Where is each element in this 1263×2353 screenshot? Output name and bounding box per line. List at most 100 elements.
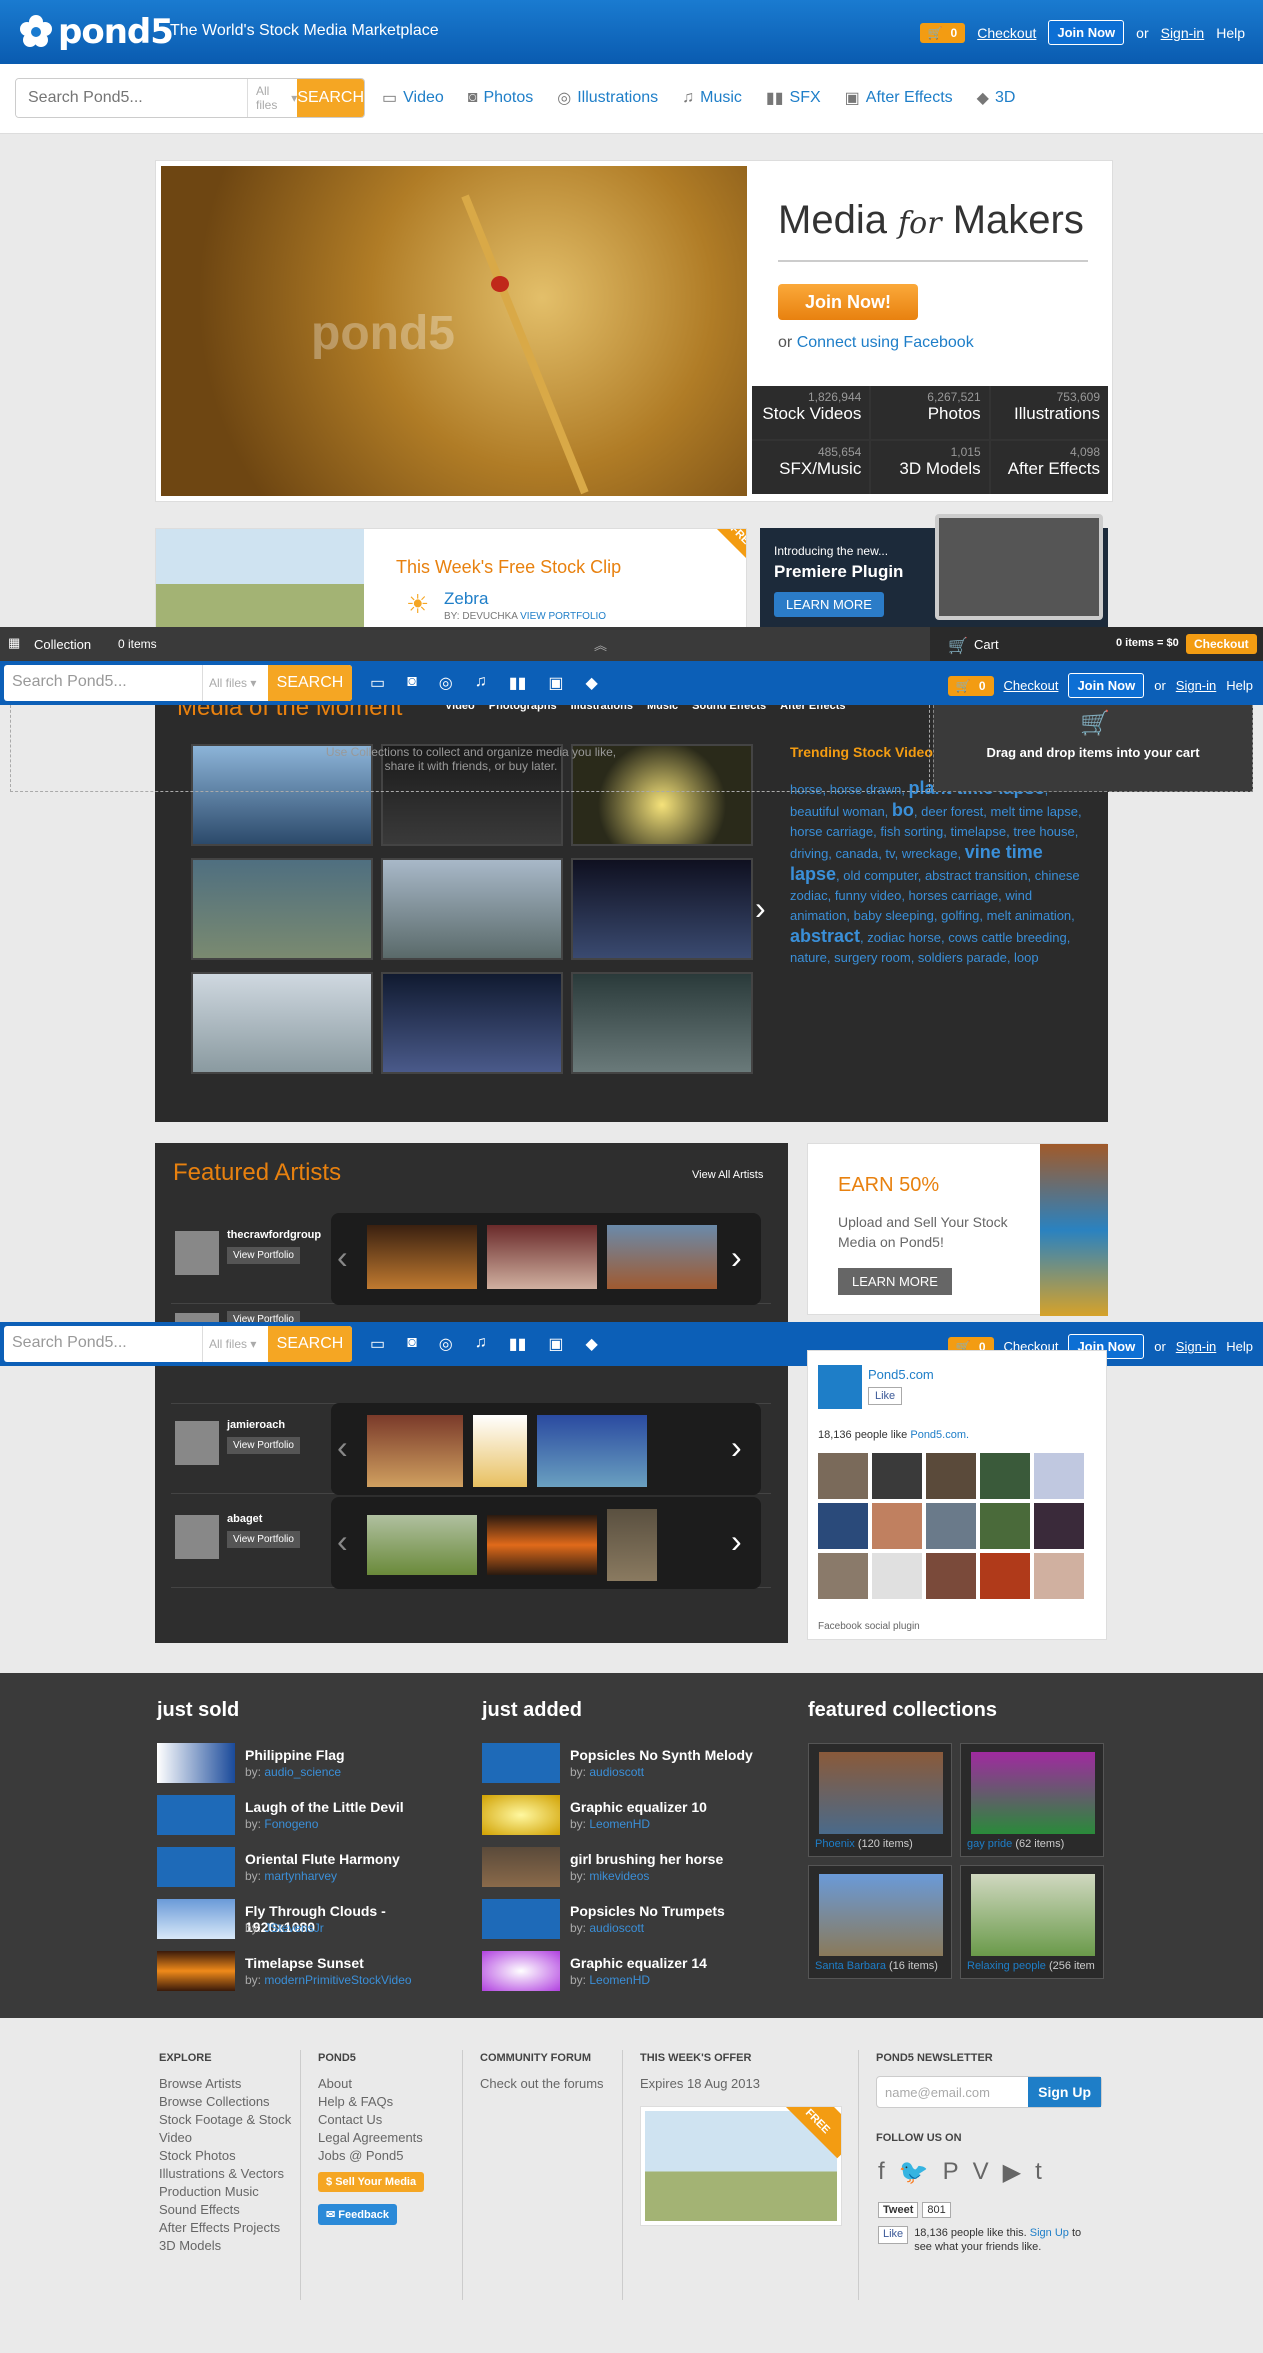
item-thumb[interactable]: [482, 1951, 560, 1991]
fan-avatar[interactable]: [818, 1553, 868, 1599]
fb-like-button[interactable]: Like: [868, 1387, 903, 1405]
trending-tag[interactable]: tree house: [1013, 824, 1074, 839]
stat-photos[interactable]: 6,267,521 Photos: [871, 386, 989, 439]
artist-thumb[interactable]: [473, 1415, 527, 1487]
twitter-icon[interactable]: 🐦: [899, 2158, 929, 2187]
tweet-button[interactable]: Tweet: [878, 2202, 919, 2218]
fan-avatar[interactable]: [980, 1503, 1030, 1549]
trending-tag[interactable]: beautiful woman: [790, 804, 885, 819]
explore-link[interactable]: Illustrations & Vectors: [159, 2165, 291, 2183]
fb-page-link[interactable]: Pond5.com.: [910, 1429, 969, 1441]
item-thumb[interactable]: [157, 1743, 235, 1783]
camera-icon[interactable]: ◙: [407, 673, 417, 693]
signin-link[interactable]: Sign-in: [1176, 1339, 1216, 1354]
offer-thumbnail[interactable]: FREE: [640, 2106, 842, 2226]
logo[interactable]: pond5: [18, 12, 174, 52]
cube-icon[interactable]: ◆: [586, 1334, 598, 1354]
sold-item[interactable]: Philippine Flag by: audio_science: [157, 1743, 457, 1785]
sold-item[interactable]: Fly Through Clouds - 1920x1080 by: JSteve…: [157, 1899, 457, 1941]
pond5-avatar[interactable]: [818, 1365, 862, 1409]
collection-name[interactable]: Phoenix: [815, 1838, 855, 1850]
item-thumb[interactable]: [157, 1795, 235, 1835]
fan-avatar[interactable]: [926, 1453, 976, 1499]
collection-card[interactable]: gay pride (62 items): [960, 1743, 1104, 1857]
trending-tag[interactable]: driving: [790, 846, 828, 861]
item-title[interactable]: Graphic equalizer 14: [570, 1955, 707, 1971]
nav-illustrations[interactable]: ◎ Illustrations: [557, 88, 658, 108]
fan-avatar[interactable]: [818, 1503, 868, 1549]
signin-link[interactable]: Sign-in: [1176, 678, 1216, 693]
author-link[interactable]: modernPrimitiveStockVideo: [264, 1973, 411, 1987]
item-title[interactable]: Laugh of the Little Devil: [245, 1799, 404, 1815]
cart-button[interactable]: 🛒 0: [947, 675, 994, 696]
connect-facebook-link[interactable]: Connect using Facebook: [797, 334, 974, 351]
pond5-link[interactable]: Help & FAQs: [318, 2093, 423, 2111]
sold-item[interactable]: Timelapse Sunset by: modernPrimitiveStock…: [157, 1951, 457, 1993]
item-title[interactable]: Popsicles No Trumpets: [570, 1903, 725, 1919]
join-now-button[interactable]: Join Now: [1048, 20, 1125, 45]
fan-avatar[interactable]: [980, 1553, 1030, 1599]
nav-after-effects[interactable]: ▣ After Effects: [845, 88, 953, 108]
trending-tag[interactable]: soldiers parade: [918, 950, 1007, 965]
item-thumb[interactable]: [157, 1847, 235, 1887]
waveform-icon[interactable]: ▮▮: [509, 673, 527, 693]
author-link[interactable]: LeomenHD: [589, 1817, 650, 1831]
collection-label[interactable]: Collection: [34, 637, 91, 652]
artist-thumb[interactable]: [487, 1225, 597, 1289]
trending-tag[interactable]: melt time lapse: [991, 804, 1078, 819]
search-input[interactable]: Search Pond5...: [4, 665, 202, 701]
explore-link[interactable]: Stock Footage & Stock: [159, 2111, 291, 2129]
item-title[interactable]: Timelapse Sunset: [245, 1955, 364, 1971]
trending-tag[interactable]: baby sleeping: [854, 908, 934, 923]
item-title[interactable]: Popsicles No Synth Melody: [570, 1747, 753, 1763]
vimeo-icon[interactable]: V: [973, 2158, 989, 2187]
stat-3d-models[interactable]: 1,015 3D Models: [871, 441, 989, 494]
film-icon[interactable]: ▭: [370, 1334, 385, 1354]
illustration-icon[interactable]: ◎: [439, 673, 453, 693]
trending-tag[interactable]: zodiac horse: [867, 930, 941, 945]
chevron-left-icon[interactable]: ‹: [337, 1429, 348, 1466]
stat-after-effects[interactable]: 4,098 After Effects: [990, 441, 1108, 494]
fan-avatar[interactable]: [926, 1553, 976, 1599]
avatar[interactable]: [175, 1231, 219, 1275]
item-thumb[interactable]: [157, 1899, 235, 1939]
explore-link[interactable]: 3D Models: [159, 2237, 291, 2255]
chevron-right-icon[interactable]: ›: [755, 890, 766, 927]
fan-avatar[interactable]: [926, 1503, 976, 1549]
view-portfolio-button[interactable]: View Portfolio: [227, 1437, 300, 1454]
added-item[interactable]: Graphic equalizer 10 by: LeomenHD: [482, 1795, 782, 1837]
chevron-right-icon[interactable]: ›: [731, 1429, 742, 1466]
artist-thumb[interactable]: [537, 1415, 647, 1487]
newsletter-email-input[interactable]: name@email.com: [877, 2077, 1028, 2107]
view-portfolio-link[interactable]: VIEW PORTFOLIO: [520, 611, 606, 622]
film-icon[interactable]: ▭: [370, 673, 385, 693]
view-portfolio-button[interactable]: View Portfolio: [227, 1247, 300, 1264]
sold-item[interactable]: Laugh of the Little Devil by: Fonogeno: [157, 1795, 457, 1837]
earn-learn-more-button[interactable]: LEARN MORE: [838, 1268, 952, 1295]
feedback-button[interactable]: ✉ Feedback: [318, 2204, 398, 2225]
fan-avatar[interactable]: [872, 1453, 922, 1499]
nav-photos[interactable]: ◙ Photos: [468, 88, 533, 108]
author-link[interactable]: audioscott: [589, 1765, 644, 1779]
trending-tag[interactable]: golfing: [941, 908, 979, 923]
checkout-link[interactable]: Checkout: [1004, 678, 1059, 693]
added-item[interactable]: Popsicles No Synth Melody by: audioscott: [482, 1743, 782, 1785]
cart-label[interactable]: Cart: [974, 637, 999, 652]
zebra-thumbnail[interactable]: [156, 529, 364, 627]
join-now-button[interactable]: Join Now: [1068, 673, 1145, 698]
tumblr-icon[interactable]: t: [1035, 2158, 1042, 2187]
media-thumbnail[interactable]: [571, 972, 753, 1074]
search-button[interactable]: SEARCH: [268, 1326, 352, 1362]
ae-icon[interactable]: ▣: [548, 1334, 563, 1354]
search-button[interactable]: SEARCH: [268, 665, 352, 701]
collection-name[interactable]: gay pride: [967, 1838, 1012, 1850]
media-thumbnail[interactable]: [191, 858, 373, 960]
scope-select[interactable]: All files ▾: [202, 1326, 268, 1362]
trending-tag[interactable]: wreckage: [902, 846, 958, 861]
collection-preview[interactable]: [971, 1874, 1095, 1956]
fan-avatar[interactable]: [1034, 1503, 1084, 1549]
grid-icon[interactable]: ▦: [8, 635, 20, 651]
cart-drop-zone[interactable]: 🛒 Drag and drop items into your cart: [933, 700, 1253, 792]
media-thumbnail[interactable]: [191, 972, 373, 1074]
item-title[interactable]: girl brushing her horse: [570, 1851, 723, 1867]
